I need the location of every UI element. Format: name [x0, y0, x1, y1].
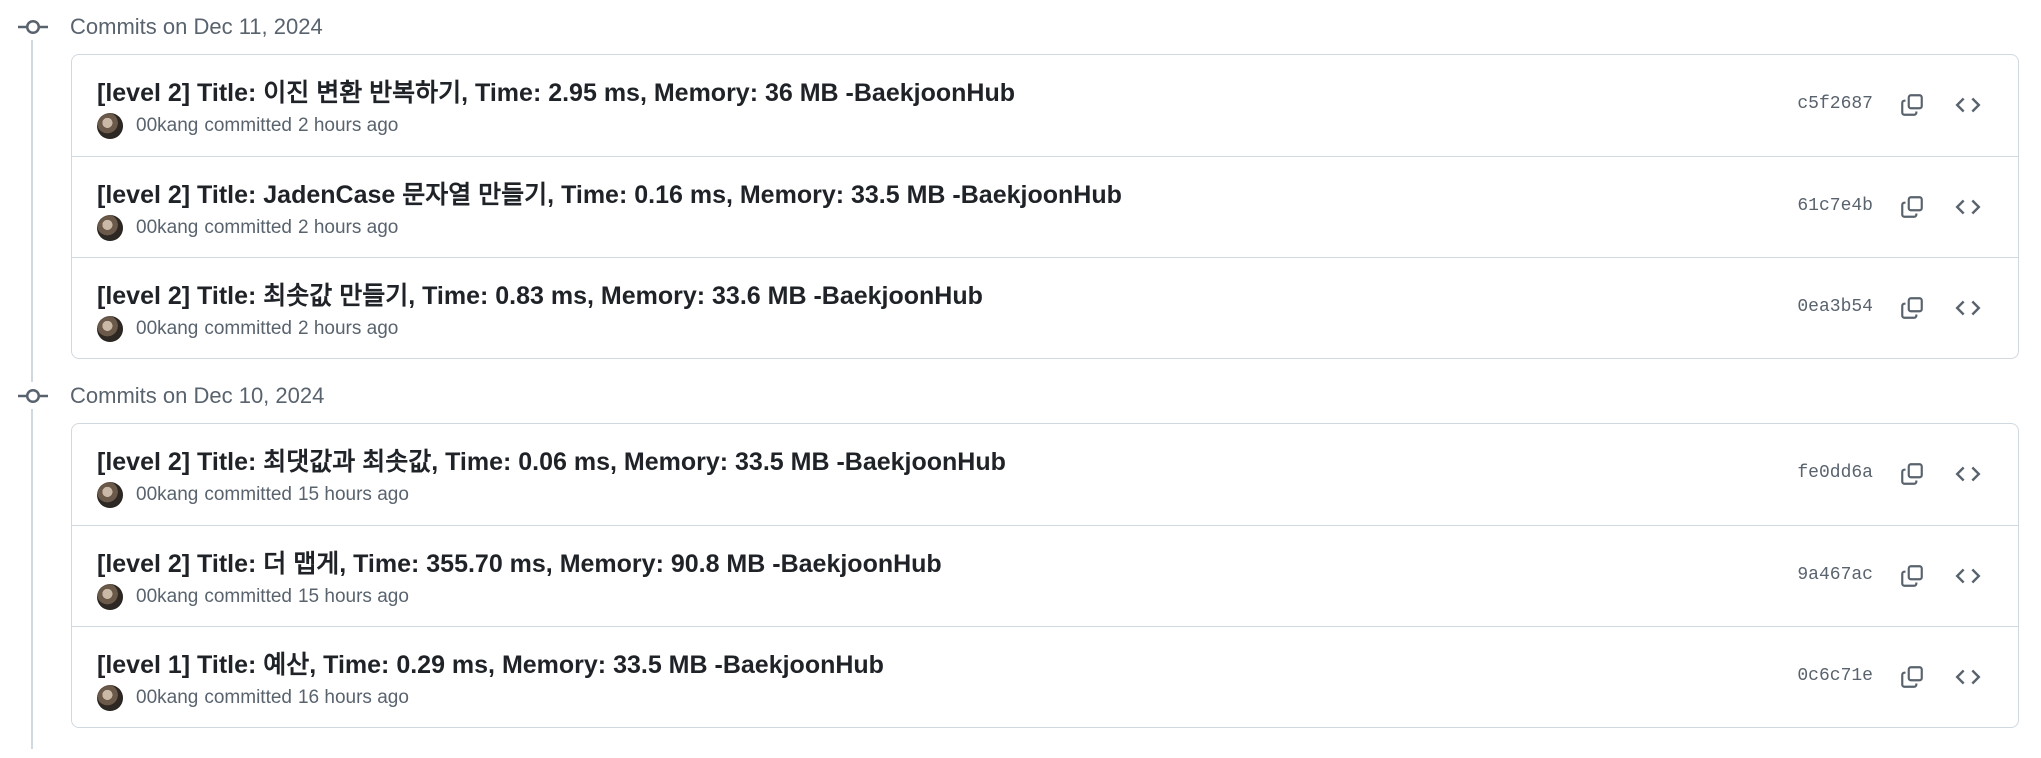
- commit-author-link[interactable]: 00kang: [136, 217, 198, 239]
- commit-row: [level 2] Title: JadenCase 문자열 만들기, Time…: [72, 156, 2018, 257]
- browse-repo-button[interactable]: [1949, 289, 1987, 327]
- avatar[interactable]: [97, 584, 123, 610]
- commit-group: Commits on Dec 10, 2024 [level 2] Title:…: [0, 369, 2041, 749]
- commit-time: 2 hours ago: [297, 318, 399, 339]
- avatar[interactable]: [97, 482, 123, 508]
- browse-repo-button[interactable]: [1949, 86, 1987, 124]
- commit-author-link[interactable]: 00kang: [136, 318, 198, 340]
- copy-sha-button[interactable]: [1893, 455, 1931, 493]
- commit-time: 2 hours ago: [297, 115, 399, 136]
- browse-repo-button[interactable]: [1949, 557, 1987, 595]
- commit-meta: 00kang committed 15 hours ago: [97, 584, 409, 610]
- browse-repo-button[interactable]: [1949, 188, 1987, 226]
- commit-meta: 00kang committed 2 hours ago: [97, 215, 398, 241]
- commit-list: [level 2] Title: 이진 변환 반복하기, Time: 2.95 …: [71, 54, 2019, 359]
- code-brackets-icon: [1955, 466, 1981, 482]
- git-commit-icon: [18, 383, 48, 409]
- commit-row: [level 2] Title: 최댓값과 최솟값, Time: 0.06 ms…: [72, 424, 2018, 525]
- copy-icon: [1901, 196, 1923, 218]
- commit-title-link[interactable]: [level 2] Title: 최댓값과 최솟값, Time: 0.06 ms…: [97, 442, 1006, 478]
- commit-author-link[interactable]: 00kang: [136, 687, 198, 709]
- commit-action: committed: [204, 586, 292, 607]
- commit-title-link[interactable]: [level 2] Title: 이진 변환 반복하기, Time: 2.95 …: [97, 73, 1015, 109]
- commit-row: [level 2] Title: 최솟값 만들기, Time: 0.83 ms,…: [72, 257, 2018, 358]
- copy-icon: [1901, 565, 1923, 587]
- commit-sha-link[interactable]: 9a467ac: [1797, 565, 1873, 585]
- copy-sha-button[interactable]: [1893, 557, 1931, 595]
- commit-row: [level 1] Title: 예산, Time: 0.29 ms, Memo…: [72, 626, 2018, 727]
- browse-repo-button[interactable]: [1949, 658, 1987, 696]
- browse-repo-button[interactable]: [1949, 455, 1987, 493]
- commit-sha-link[interactable]: fe0dd6a: [1797, 463, 1873, 483]
- copy-sha-button[interactable]: [1893, 289, 1931, 327]
- commit-meta: 00kang committed 2 hours ago: [97, 113, 398, 139]
- commit-sha-link[interactable]: c5f2687: [1797, 94, 1873, 114]
- timeline-line: [31, 409, 33, 749]
- commit-sha-link[interactable]: 0ea3b54: [1797, 297, 1873, 317]
- copy-sha-button[interactable]: [1893, 188, 1931, 226]
- git-commit-icon: [18, 14, 48, 40]
- code-brackets-icon: [1955, 568, 1981, 584]
- commit-time: 16 hours ago: [297, 687, 409, 708]
- avatar[interactable]: [97, 685, 123, 711]
- commit-action: committed: [204, 484, 292, 505]
- commit-action: committed: [204, 687, 292, 708]
- commit-group: Commits on Dec 11, 2024 [level 2] Title:…: [0, 0, 2041, 382]
- commit-author-link[interactable]: 00kang: [136, 586, 198, 608]
- avatar[interactable]: [97, 113, 123, 139]
- commit-time: 15 hours ago: [297, 586, 409, 607]
- commit-author-link[interactable]: 00kang: [136, 484, 198, 506]
- commit-sha-link[interactable]: 61c7e4b: [1797, 196, 1873, 216]
- commit-list: [level 2] Title: 최댓값과 최솟값, Time: 0.06 ms…: [71, 423, 2019, 728]
- commit-action: committed: [204, 318, 292, 339]
- commit-meta: 00kang committed 15 hours ago: [97, 482, 409, 508]
- commit-history: Commits on Dec 11, 2024 [level 2] Title:…: [0, 0, 2041, 758]
- commit-date-label: Commits on Dec 10, 2024: [70, 383, 325, 408]
- commit-group-header: Commits on Dec 11, 2024: [0, 0, 2041, 54]
- commit-title-link[interactable]: [level 1] Title: 예산, Time: 0.29 ms, Memo…: [97, 645, 884, 681]
- code-brackets-icon: [1955, 669, 1981, 685]
- commit-group-header: Commits on Dec 10, 2024: [0, 369, 2041, 423]
- commit-action: committed: [204, 217, 292, 238]
- commit-author-link[interactable]: 00kang: [136, 115, 198, 137]
- commit-row: [level 2] Title: 더 맵게, Time: 355.70 ms, …: [72, 525, 2018, 626]
- copy-icon: [1901, 94, 1923, 116]
- copy-sha-button[interactable]: [1893, 86, 1931, 124]
- avatar[interactable]: [97, 215, 123, 241]
- commit-time: 15 hours ago: [297, 484, 409, 505]
- avatar[interactable]: [97, 316, 123, 342]
- commit-meta: 00kang committed 2 hours ago: [97, 316, 398, 342]
- commit-time: 2 hours ago: [297, 217, 399, 238]
- code-brackets-icon: [1955, 300, 1981, 316]
- commit-sha-link[interactable]: 0c6c71e: [1797, 666, 1873, 686]
- commit-title-link[interactable]: [level 2] Title: 더 맵게, Time: 355.70 ms, …: [97, 544, 942, 580]
- commit-title-link[interactable]: [level 2] Title: 최솟값 만들기, Time: 0.83 ms,…: [97, 276, 983, 312]
- copy-icon: [1901, 666, 1923, 688]
- commit-meta: 00kang committed 16 hours ago: [97, 685, 409, 711]
- commit-row: [level 2] Title: 이진 변환 반복하기, Time: 2.95 …: [72, 55, 2018, 156]
- timeline-line: [31, 40, 33, 382]
- commit-action: committed: [204, 115, 292, 136]
- copy-icon: [1901, 297, 1923, 319]
- copy-sha-button[interactable]: [1893, 658, 1931, 696]
- commit-title-link[interactable]: [level 2] Title: JadenCase 문자열 만들기, Time…: [97, 175, 1122, 211]
- commit-date-label: Commits on Dec 11, 2024: [70, 14, 323, 39]
- copy-icon: [1901, 463, 1923, 485]
- code-brackets-icon: [1955, 199, 1981, 215]
- code-brackets-icon: [1955, 97, 1981, 113]
